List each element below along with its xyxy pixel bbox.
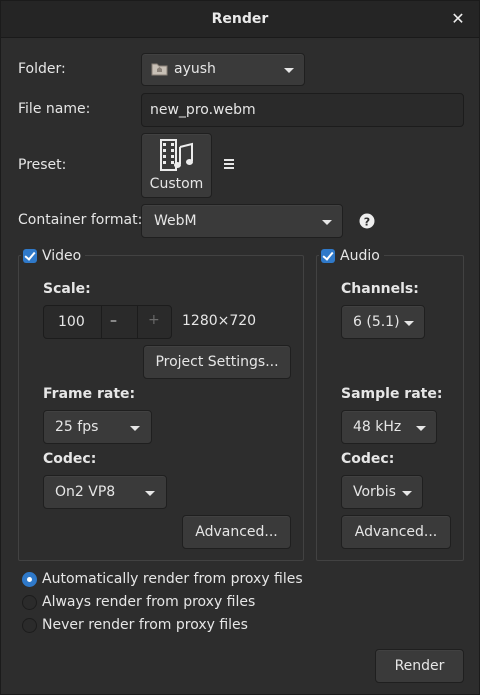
render-dialog: Render ✕ Folder: ayush File name: new_pr… [0, 0, 480, 695]
folder-chooser[interactable]: ayush [141, 53, 305, 86]
scale-value: 100 [58, 314, 85, 330]
container-format-select[interactable]: WebM [141, 204, 343, 238]
video-toggle[interactable]: Video [21, 247, 86, 265]
chevron-down-icon [416, 426, 426, 431]
video-codec-value: On2 VP8 [55, 484, 116, 500]
film-music-icon [160, 139, 194, 171]
frame-rate-select[interactable]: 25 fps [43, 410, 152, 444]
scale-spinbutton[interactable]: 100 – + [43, 305, 172, 339]
chevron-down-icon [130, 426, 140, 431]
video-label: Video [42, 248, 82, 264]
audio-advanced-button[interactable]: Advanced... [341, 515, 451, 549]
proxy-auto-radio[interactable] [22, 572, 37, 587]
window-title: Render [211, 11, 269, 27]
container-format-value: WebM [154, 213, 197, 229]
video-advanced-label: Advanced... [195, 524, 278, 540]
chevron-down-icon [322, 220, 332, 225]
preset-label: Preset: [18, 157, 67, 173]
project-settings-button[interactable]: Project Settings... [143, 345, 291, 379]
sample-rate-label: Sample rate: [341, 386, 443, 402]
audio-toggle[interactable]: Audio [319, 247, 384, 265]
proxy-auto-label[interactable]: Automatically render from proxy files [42, 571, 303, 587]
minus-icon[interactable]: – [110, 313, 117, 329]
svg-text:?: ? [364, 216, 370, 229]
video-advanced-button[interactable]: Advanced... [182, 515, 291, 549]
proxy-never-label[interactable]: Never render from proxy files [42, 617, 248, 633]
video-codec-select[interactable]: On2 VP8 [43, 475, 167, 509]
file-name-value: new_pro.webm [150, 102, 256, 118]
audio-codec-value: Vorbis [353, 484, 396, 500]
channels-value: 6 (5.1) [353, 314, 400, 330]
chevron-down-icon [145, 491, 155, 496]
audio-advanced-label: Advanced... [354, 524, 438, 540]
chevron-down-icon [404, 321, 414, 326]
folder-home-icon [151, 61, 168, 76]
audio-label: Audio [340, 248, 380, 264]
scale-label: Scale: [43, 281, 91, 297]
chevron-down-icon [402, 491, 412, 496]
chevron-down-icon [284, 68, 294, 73]
separator [137, 306, 138, 338]
file-name-field[interactable]: new_pro.webm [141, 93, 464, 127]
sample-rate-value: 48 kHz [353, 419, 402, 435]
frame-rate-label: Frame rate: [43, 386, 136, 402]
channels-select[interactable]: 6 (5.1) [341, 305, 425, 339]
preset-button[interactable]: Custom [141, 133, 212, 198]
project-settings-label: Project Settings... [155, 354, 279, 370]
proxy-never-radio[interactable] [22, 618, 37, 633]
folder-label: Folder: [18, 61, 66, 77]
menu-icon[interactable] [223, 158, 235, 170]
video-codec-label: Codec: [43, 451, 97, 467]
resolution-text: 1280×720 [182, 313, 257, 329]
render-button[interactable]: Render [375, 649, 464, 683]
video-checkbox[interactable] [23, 249, 37, 263]
proxy-always-radio[interactable] [22, 595, 37, 610]
sample-rate-select[interactable]: 48 kHz [341, 410, 437, 444]
separator [101, 306, 102, 338]
audio-codec-label: Codec: [341, 451, 395, 467]
file-name-label: File name: [18, 101, 91, 117]
preset-value: Custom [149, 176, 204, 192]
frame-rate-value: 25 fps [55, 419, 99, 435]
audio-checkbox[interactable] [321, 249, 335, 263]
audio-codec-select[interactable]: Vorbis [341, 475, 423, 509]
help-icon[interactable]: ? [359, 213, 375, 229]
render-button-label: Render [394, 658, 445, 674]
plus-icon[interactable]: + [148, 312, 160, 328]
close-icon[interactable]: ✕ [449, 9, 467, 29]
channels-label: Channels: [341, 281, 419, 297]
container-format-label: Container format: [18, 212, 143, 228]
proxy-always-label[interactable]: Always render from proxy files [42, 594, 255, 610]
titlebar: Render ✕ [1, 1, 479, 38]
folder-value: ayush [174, 61, 216, 77]
